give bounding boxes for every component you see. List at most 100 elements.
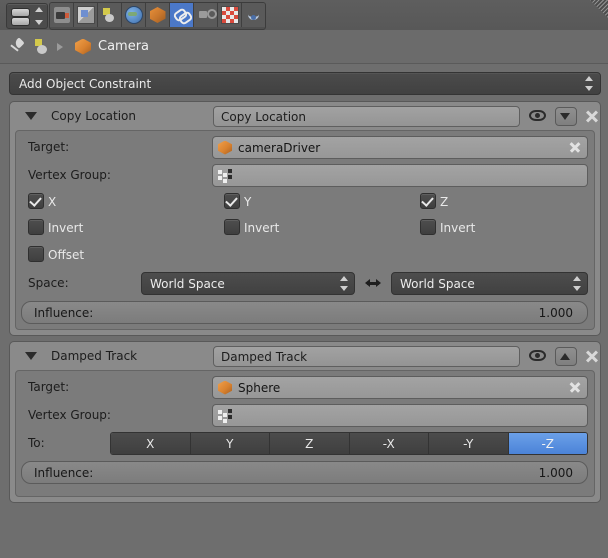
influence-value: 1.000: [538, 305, 573, 320]
move-down-icon: [560, 113, 570, 120]
object-data-icon[interactable]: [34, 38, 50, 55]
to-label: To:: [28, 436, 45, 450]
properties-header-toolbar: [0, 0, 608, 31]
target-object-field[interactable]: cameraDriver: [212, 136, 588, 159]
constraint-type-label: Damped Track: [51, 348, 138, 363]
constraint-name-input[interactable]: Copy Location: [213, 106, 520, 127]
object-cube-icon: [149, 7, 166, 23]
breadcrumb-object-label: Camera: [98, 39, 150, 54]
axis-x-label: X: [48, 195, 57, 209]
tab-particles[interactable]: [242, 3, 265, 27]
space-owner-value: World Space: [150, 276, 225, 291]
object-cube-icon: [218, 380, 232, 395]
target-label: Target:: [28, 380, 70, 394]
triangle-down-icon[interactable]: [25, 351, 37, 360]
tab-render-layers[interactable]: [74, 3, 98, 27]
constraint-body: Target: Sphere Vertex Group: To: X Y Z -…: [15, 370, 595, 497]
target-object-field[interactable]: Sphere: [212, 376, 588, 399]
axis-y-checkbox[interactable]: [224, 193, 240, 209]
axis-y-label: Y: [244, 195, 252, 209]
axis-x-invert-checkbox[interactable]: [28, 219, 44, 235]
influence-value: 1.000: [538, 465, 573, 480]
space-owner-dropdown[interactable]: World Space: [141, 272, 355, 295]
constraint-body: Target: cameraDriver Vertex Group: X Inv…: [15, 130, 595, 330]
properties-tab-group: [49, 2, 266, 30]
tab-texture[interactable]: [218, 3, 242, 27]
eye-icon[interactable]: [529, 110, 546, 121]
influence-label: Influence:: [34, 305, 94, 320]
move-down-button[interactable]: [555, 107, 577, 126]
tab-world[interactable]: [122, 3, 146, 27]
offset-label: Offset: [48, 248, 85, 262]
track-axis-neg-x[interactable]: -X: [349, 433, 429, 454]
offset-checkbox[interactable]: [28, 246, 44, 262]
checker-texture-icon: [220, 6, 239, 24]
dropdown-arrows-icon: [572, 276, 581, 291]
add-object-constraint-dropdown[interactable]: Add Object Constraint: [9, 72, 601, 95]
constraint-panel-damped-track: Damped Track Damped Track Target: Sphere…: [9, 341, 601, 503]
editor-type-glyph-top: [11, 8, 30, 17]
add-object-constraint-label: Add Object Constraint: [19, 76, 152, 91]
track-axis-x[interactable]: X: [111, 433, 191, 454]
influence-label: Influence:: [34, 465, 94, 480]
tab-scene[interactable]: [98, 3, 122, 27]
axis-x-invert-label: Invert: [48, 221, 84, 235]
vertex-group-icon: [218, 408, 233, 423]
axis-y-invert-label: Invert: [244, 221, 280, 235]
editor-type-glyph-bottom: [11, 17, 30, 26]
chevron-right-icon: [57, 42, 63, 51]
track-axis-neg-y[interactable]: -Y: [429, 433, 509, 454]
constraint-name-input[interactable]: Damped Track: [213, 346, 520, 367]
delete-constraint-button[interactable]: [585, 349, 599, 363]
constraint-type-label: Copy Location: [51, 108, 137, 123]
eye-icon[interactable]: [529, 350, 546, 361]
axis-z-checkbox[interactable]: [420, 193, 436, 209]
constraint-name-value: Damped Track: [221, 349, 308, 364]
track-axis-neg-z[interactable]: -Z: [508, 433, 587, 454]
axis-y-invert-checkbox[interactable]: [224, 219, 240, 235]
influence-slider[interactable]: Influence: 1.000: [21, 301, 588, 324]
tab-object[interactable]: [146, 3, 170, 27]
triangle-down-icon[interactable]: [25, 111, 37, 120]
clear-x-icon[interactable]: [569, 141, 581, 153]
images-icon: [76, 6, 95, 24]
axis-z-invert-checkbox[interactable]: [420, 219, 436, 235]
track-axis-z[interactable]: Z: [270, 433, 350, 454]
axis-z-invert-label: Invert: [440, 221, 476, 235]
pin-icon[interactable]: [9, 38, 27, 56]
target-object-value: cameraDriver: [238, 140, 321, 155]
world-globe-icon: [124, 6, 143, 24]
tab-physics[interactable]: [194, 3, 218, 27]
dropdown-arrows-icon: [584, 76, 593, 91]
editor-type-selector[interactable]: [6, 3, 48, 29]
space-target-value: World Space: [400, 276, 475, 291]
editor-type-arrows-icon: [34, 7, 43, 25]
axis-x-checkbox[interactable]: [28, 193, 44, 209]
track-axis-y[interactable]: Y: [190, 433, 270, 454]
physics-icon: [198, 7, 217, 23]
space-target-dropdown[interactable]: World Space: [391, 272, 588, 295]
move-up-button[interactable]: [555, 347, 577, 366]
object-cube-icon: [75, 38, 91, 55]
axis-z-label: Z: [440, 195, 449, 209]
constraint-name-value: Copy Location: [221, 109, 307, 124]
particles-icon: [246, 7, 262, 23]
vertex-group-field[interactable]: [212, 164, 588, 187]
tab-constraints[interactable]: [170, 3, 194, 27]
influence-slider[interactable]: Influence: 1.000: [21, 461, 588, 484]
tab-render[interactable]: [50, 3, 74, 27]
target-object-value: Sphere: [238, 380, 281, 395]
object-cube-icon: [218, 140, 232, 155]
space-label: Space:: [28, 276, 69, 290]
clear-x-icon[interactable]: [569, 381, 581, 393]
track-axis-button-group: X Y Z -X -Y -Z: [110, 432, 588, 455]
chain-link-icon: [174, 7, 190, 23]
constraint-panel-copy-location: Copy Location Copy Location Target: came…: [9, 101, 601, 336]
vertex-group-field[interactable]: [212, 404, 588, 427]
vertex-group-label: Vertex Group:: [28, 168, 111, 182]
dropdown-arrows-icon: [339, 276, 348, 291]
camera-back-icon: [53, 7, 70, 23]
delete-constraint-button[interactable]: [585, 109, 599, 123]
corner-resize-grip[interactable]: [590, 0, 608, 18]
swap-arrows-icon: [364, 276, 382, 290]
